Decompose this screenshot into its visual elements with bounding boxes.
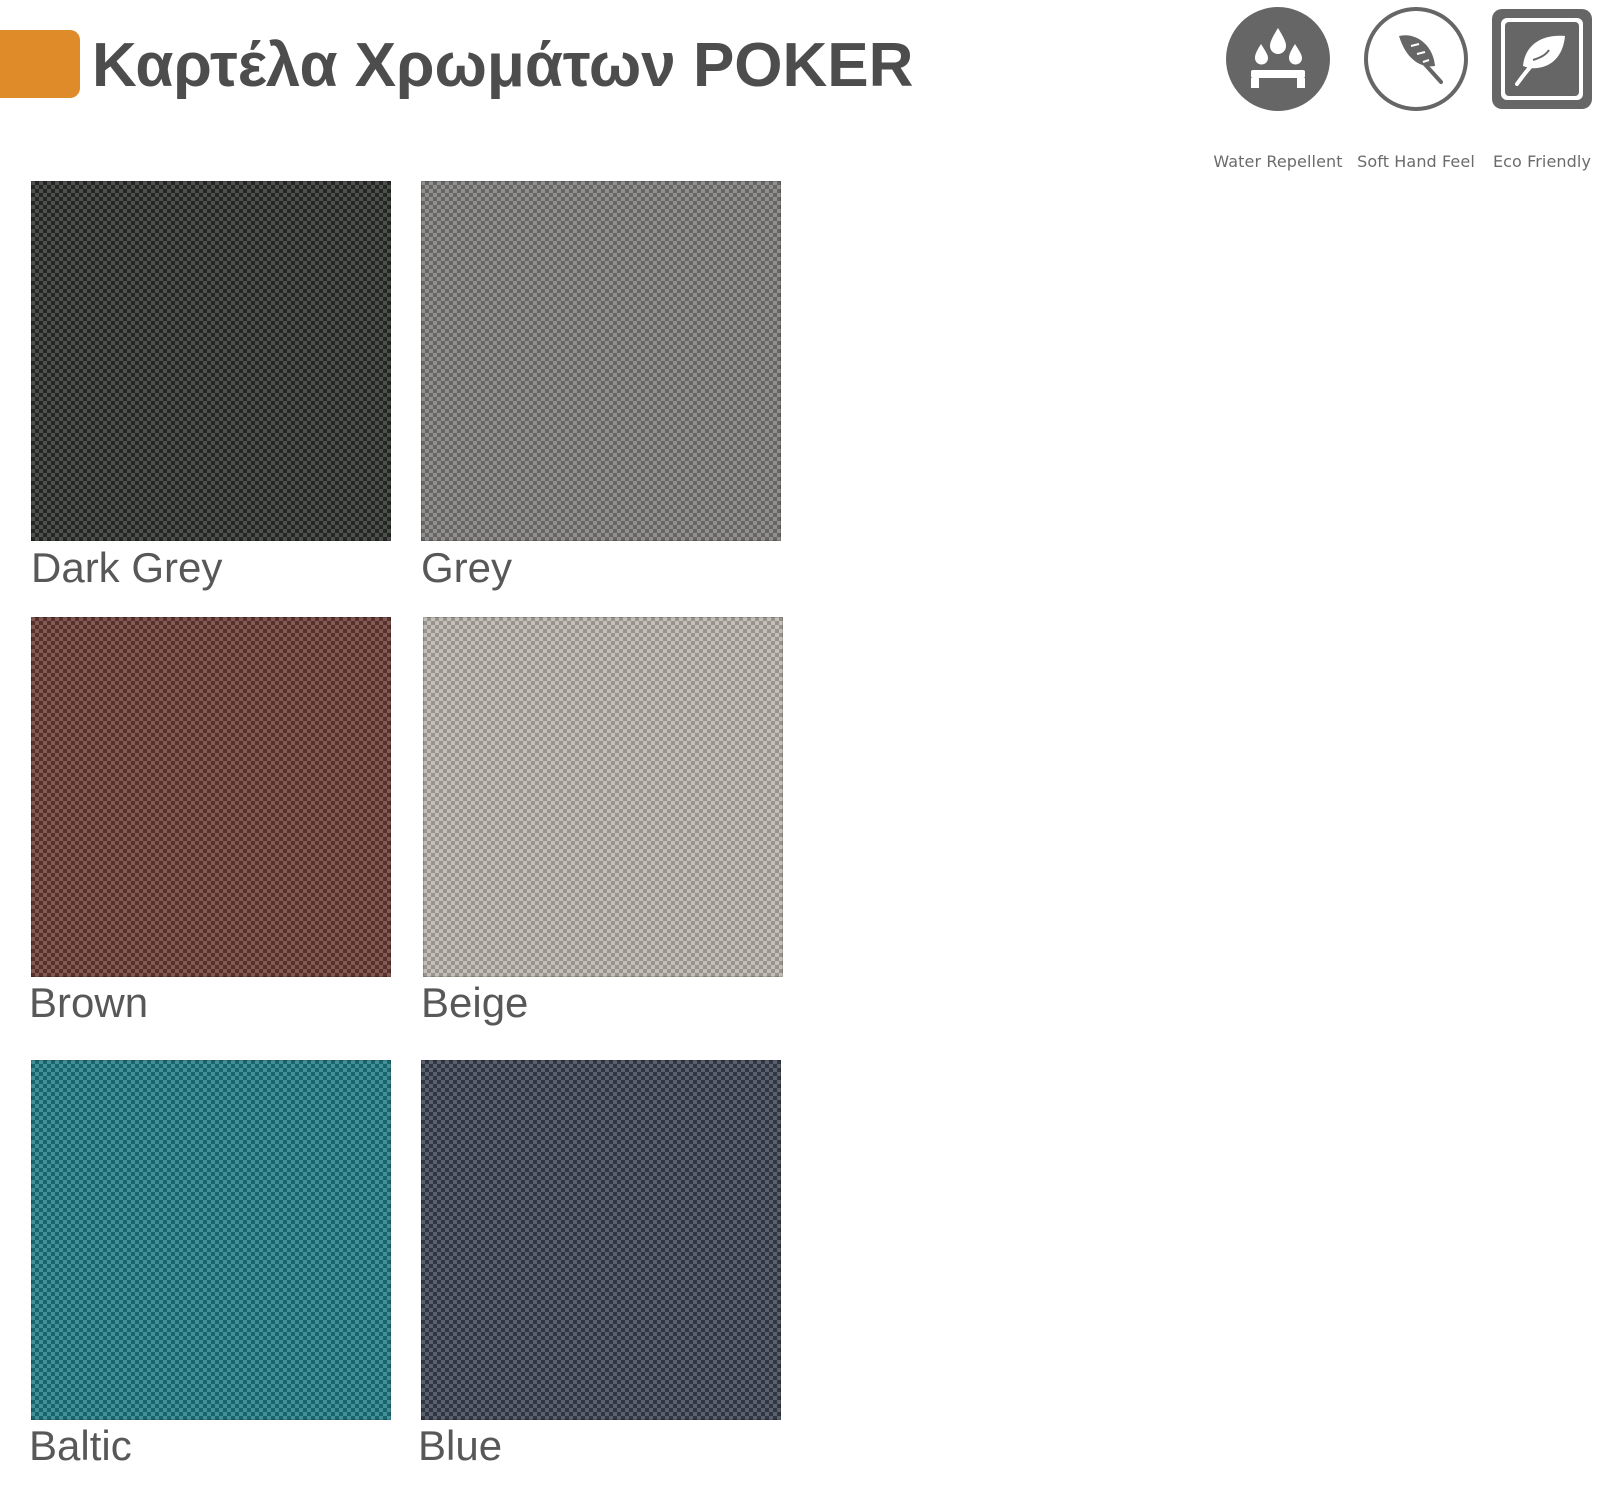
- swatch-dark-grey: [31, 181, 391, 541]
- feature-label: Water Repellent: [1213, 152, 1343, 171]
- swatch-blue: [421, 1060, 781, 1420]
- feature-label: Soft Hand Feel: [1357, 152, 1475, 171]
- feature-soft-hand-feel: Soft Hand Feel: [1346, 6, 1486, 176]
- fabric-texture: [31, 1060, 391, 1420]
- swatch-label: Dark Grey: [31, 544, 223, 591]
- swatch-beige: [423, 617, 783, 977]
- feature-water-repellent: Water Repellent: [1208, 6, 1348, 176]
- swatch-label: Blue: [418, 1422, 503, 1469]
- swatch-label: Baltic: [29, 1422, 132, 1469]
- swatch-baltic: [31, 1060, 391, 1420]
- swatch-label: Beige: [421, 979, 529, 1026]
- fabric-texture: [421, 1060, 781, 1420]
- water-drops-icon: [1225, 6, 1331, 112]
- fabric-texture: [423, 617, 783, 977]
- leaf-icon: [1489, 6, 1595, 112]
- accent-block: [0, 30, 80, 98]
- feature-label: Eco Friendly: [1492, 152, 1592, 171]
- swatch-brown: [31, 617, 391, 977]
- feature-eco-friendly: Eco Friendly: [1472, 6, 1600, 176]
- fabric-texture: [31, 181, 391, 541]
- swatch-grey: [421, 181, 781, 541]
- swatch-label: Brown: [29, 979, 149, 1026]
- feather-icon: [1363, 6, 1469, 112]
- fabric-texture: [421, 181, 781, 541]
- fabric-texture: [31, 617, 391, 977]
- swatch-label: Grey: [421, 544, 513, 591]
- page-title: Καρτέλα Χρωμάτων POKER: [92, 31, 914, 100]
